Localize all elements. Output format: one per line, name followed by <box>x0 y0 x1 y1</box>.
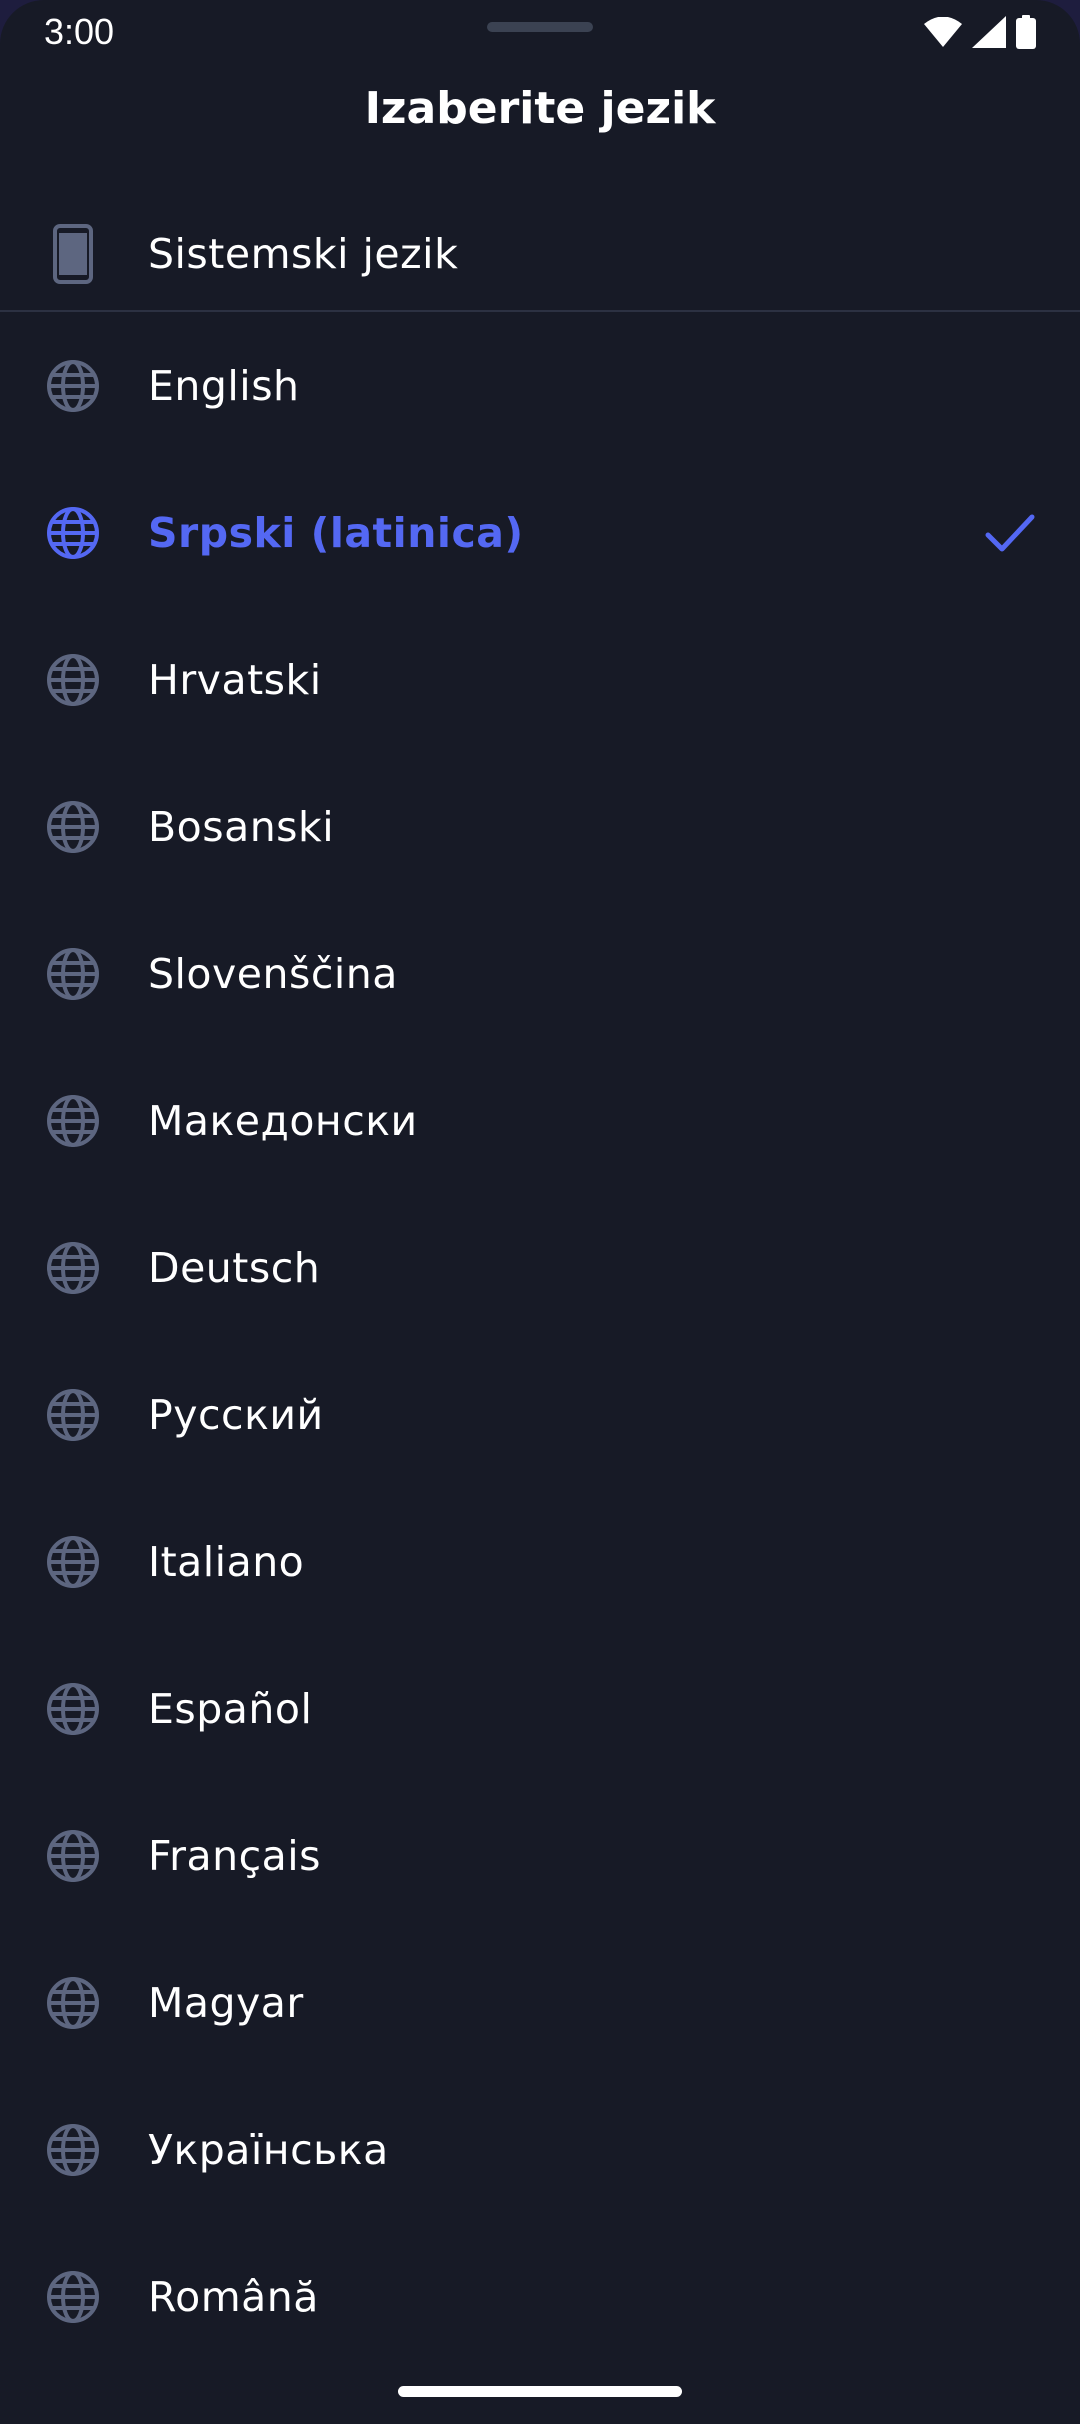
language-label: Bosanski <box>148 802 335 851</box>
globe-icon <box>44 2121 102 2179</box>
language-label: Русский <box>148 1390 324 1439</box>
language-option[interactable]: Українська <box>0 2076 1080 2223</box>
language-label: English <box>148 361 300 410</box>
language-label: Українська <box>148 2125 389 2174</box>
language-label: Français <box>148 1831 321 1880</box>
wifi-icon <box>924 17 962 47</box>
language-option[interactable]: Italiano <box>0 1488 1080 1635</box>
language-option[interactable]: Русский <box>0 1341 1080 1488</box>
battery-icon <box>1016 15 1036 49</box>
smartphone-icon <box>44 223 102 284</box>
language-option[interactable]: Slovenščina <box>0 900 1080 1047</box>
language-label: Srpski (latinica) <box>148 508 524 557</box>
language-option[interactable]: Français <box>0 1782 1080 1929</box>
language-option[interactable]: Македонски <box>0 1047 1080 1194</box>
language-label: Македонски <box>148 1096 418 1145</box>
language-label: Italiano <box>148 1537 305 1586</box>
language-label: Slovenščina <box>148 949 398 998</box>
language-list: English Srpski (latinica) Hrvatski Bosan… <box>0 312 1080 2370</box>
globe-icon <box>44 1239 102 1297</box>
globe-icon <box>44 1386 102 1444</box>
language-option[interactable]: Română <box>0 2223 1080 2370</box>
language-option[interactable]: Magyar <box>0 1929 1080 2076</box>
language-option[interactable]: Hrvatski <box>0 606 1080 753</box>
drag-handle[interactable] <box>487 22 593 32</box>
globe-icon <box>44 1680 102 1738</box>
language-option[interactable]: Bosanski <box>0 753 1080 900</box>
status-time: 3:00 <box>44 11 115 52</box>
system-language-label: Sistemski jezik <box>148 229 459 278</box>
language-option[interactable]: English <box>0 312 1080 459</box>
language-picker-sheet: 3:00 Izaberite jezik Sistemski jezik Eng… <box>0 0 1080 2424</box>
globe-icon <box>44 1092 102 1150</box>
language-label: Hrvatski <box>148 655 322 704</box>
globe-icon <box>44 504 102 562</box>
language-option[interactable]: Español <box>0 1635 1080 1782</box>
status-bar: 3:00 <box>0 0 1080 64</box>
globe-icon <box>44 1533 102 1591</box>
globe-icon <box>44 798 102 856</box>
language-label: Español <box>148 1684 313 1733</box>
language-label: Deutsch <box>148 1243 321 1292</box>
globe-icon <box>44 651 102 709</box>
globe-icon <box>44 357 102 415</box>
sheet-title: Izaberite jezik <box>364 83 716 134</box>
globe-icon <box>44 1827 102 1885</box>
language-label: Magyar <box>148 1978 304 2027</box>
status-icons <box>924 14 1036 50</box>
globe-icon <box>44 945 102 1003</box>
language-label: Română <box>148 2272 319 2321</box>
checkmark-icon <box>985 514 1035 551</box>
language-option[interactable]: Srpski (latinica) <box>0 459 1080 606</box>
home-indicator[interactable] <box>398 2386 682 2397</box>
language-option[interactable]: Deutsch <box>0 1194 1080 1341</box>
globe-icon <box>44 2268 102 2326</box>
cellular-signal-icon <box>972 16 1006 48</box>
system-language-option[interactable]: Sistemski jezik <box>0 180 1080 327</box>
globe-icon <box>44 1974 102 2032</box>
